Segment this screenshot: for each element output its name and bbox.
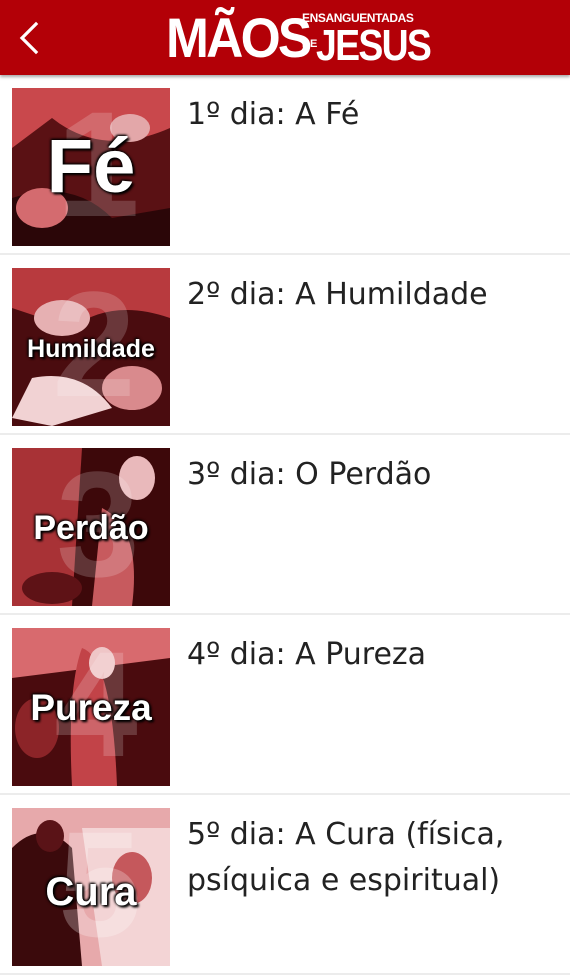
thumbnail-image: 1 Fé [12,88,170,246]
thumb-word: Fé [46,124,136,209]
item-title: 5º dia: A Cura (física, psíquica e espir… [187,817,505,898]
item-title: 2º dia: A Humildade [187,277,488,312]
thumb-word: Cura [45,870,137,914]
logo-de-text: DE [302,38,318,50]
list-item-day-1[interactable]: 1 Fé 1º dia: A Fé [0,75,570,255]
chevron-left-icon [19,21,39,55]
thumbnail-image: 2 Humildade [12,268,170,426]
app-logo: MÃOS ENSANGUENTADAS DE JESUS [166,6,432,69]
item-title: 4º dia: A Pureza [187,637,427,672]
list-item-day-4[interactable]: 4 Pureza 4º dia: A Pureza [0,615,570,795]
item-title: 3º dia: O Perdão [187,457,432,492]
logo-jesus-text: JESUS [316,21,432,70]
thumbnail-image: 5 Cura [12,808,170,966]
item-title: 1º dia: A Fé [187,97,360,132]
list-item-day-2[interactable]: 2 Humildade 2º dia: A Humildade [0,255,570,435]
app-header: MÃOS ENSANGUENTADAS DE JESUS [0,0,570,75]
thumbnail-image: 4 Pureza [12,628,170,786]
day-list: 1 Fé 1º dia: A Fé 2 Humildade 2º dia: A … [0,75,570,975]
logo-maos-text: MÃOS [166,6,312,69]
back-button[interactable] [6,12,54,64]
thumb-word: Humildade [27,335,155,363]
thumbnail-image: 3 Perdão [12,448,170,606]
list-item-day-3[interactable]: 3 Perdão 3º dia: O Perdão [0,435,570,615]
thumb-word: Perdão [33,509,149,547]
thumb-word: Pureza [30,687,152,728]
list-item-day-5[interactable]: 5 Cura 5º dia: A Cura (física, psíquica … [0,795,570,975]
